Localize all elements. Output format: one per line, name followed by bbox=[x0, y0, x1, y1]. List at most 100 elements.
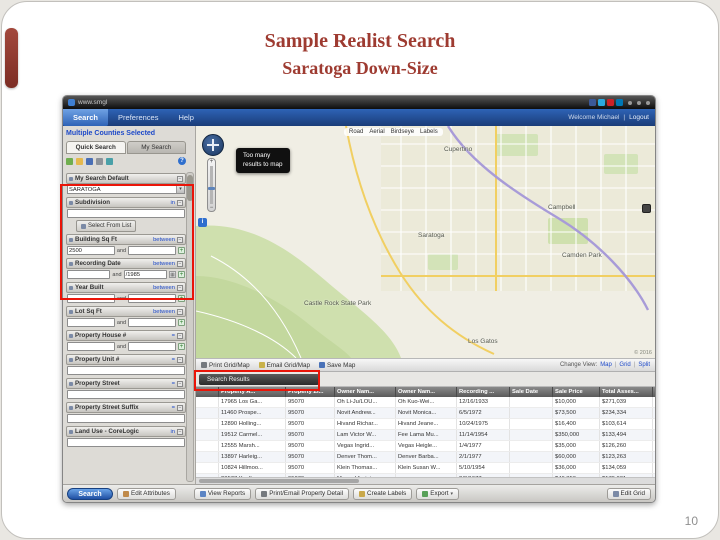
collapse-toggle-icon[interactable]: − bbox=[177, 175, 183, 182]
table-row[interactable]: 17965 Los Ga... 95070 Oh Li-Ju/LOU... Oh Ku… bbox=[196, 397, 655, 408]
minimize-icon[interactable] bbox=[628, 100, 632, 105]
add-criteria-icon[interactable]: + bbox=[178, 319, 185, 326]
add-criteria-icon[interactable]: + bbox=[178, 343, 185, 350]
section-header-property-unit[interactable]: Property Unit # = − bbox=[66, 354, 186, 365]
value-input-from[interactable] bbox=[67, 342, 115, 351]
export-button[interactable]: Export ▾ bbox=[416, 487, 459, 500]
value-input[interactable] bbox=[67, 414, 185, 423]
section-icon bbox=[69, 357, 73, 362]
map-view-birdseye[interactable]: Birdseye bbox=[391, 129, 414, 135]
separator: | bbox=[633, 362, 636, 368]
section-header-property-street[interactable]: Property Street = − bbox=[66, 378, 186, 389]
operator-link[interactable]: = bbox=[172, 381, 175, 387]
view-link-grid[interactable]: Grid bbox=[619, 362, 630, 368]
nav-tab-preferences[interactable]: Preferences bbox=[108, 109, 168, 126]
zoom-out-icon[interactable]: − bbox=[210, 205, 214, 211]
map-view-road[interactable]: Road bbox=[349, 129, 363, 135]
value-input-to[interactable] bbox=[128, 342, 176, 351]
history-icon[interactable] bbox=[106, 157, 113, 165]
view-link-map[interactable]: Map bbox=[600, 362, 612, 368]
column-header-owner-nam[interactable]: Owner Nam... bbox=[334, 387, 396, 397]
collapse-toggle-icon[interactable]: − bbox=[177, 428, 183, 435]
operator-link[interactable]: = bbox=[172, 357, 175, 363]
panel-tab-quick-search[interactable]: Quick Search bbox=[66, 141, 126, 154]
facebook-icon[interactable] bbox=[589, 99, 596, 106]
table-row[interactable]: 11460 Prospe... 95070 Novit Andrew... Novit… bbox=[196, 407, 655, 419]
column-header-sale-price[interactable]: Sale Price bbox=[552, 387, 600, 397]
column-header-sale-date[interactable]: Sale Date bbox=[509, 387, 553, 397]
email-grid-map-button[interactable]: Email Grid/Map bbox=[258, 362, 310, 369]
section-header-property-street-suffix[interactable]: Property Street Suffix = − bbox=[66, 402, 186, 413]
logout-link[interactable]: Logout bbox=[629, 114, 649, 121]
print-grid-map-button[interactable]: Print Grid/Map bbox=[201, 362, 250, 369]
close-icon[interactable] bbox=[646, 100, 650, 105]
collapse-toggle-icon[interactable]: − bbox=[177, 356, 183, 363]
column-header-tax-amoun[interactable]: Tax Amoun... bbox=[652, 387, 655, 397]
zoom-in-icon[interactable]: + bbox=[210, 159, 214, 165]
linkedin-icon[interactable] bbox=[616, 99, 623, 106]
map-view-aerial[interactable]: Aerial bbox=[369, 129, 384, 135]
youtube-icon[interactable] bbox=[607, 99, 614, 106]
zoom-slider[interactable]: + − bbox=[207, 158, 216, 212]
edit-grid-button[interactable]: Edit Grid bbox=[606, 487, 651, 500]
table-cell: $350,000 bbox=[552, 429, 600, 441]
operator-link[interactable]: between bbox=[153, 309, 175, 315]
map-tools-icon[interactable] bbox=[642, 204, 651, 213]
zoom-thumb[interactable] bbox=[208, 186, 215, 190]
value-input[interactable] bbox=[67, 366, 185, 375]
table-row[interactable]: 12890 Holling... 95070 Hivand Richar... Hiv… bbox=[196, 418, 655, 430]
column-header-total-asses[interactable]: Total Asses... bbox=[599, 387, 653, 397]
info-icon[interactable]: i bbox=[198, 218, 207, 227]
table-row[interactable]: 10824 Hillmoo... 95070 Klein Thomas... Klei… bbox=[196, 462, 655, 474]
twitter-icon[interactable] bbox=[598, 99, 605, 106]
print-icon[interactable] bbox=[96, 157, 103, 165]
column-header-recording[interactable]: Recording ... bbox=[456, 387, 510, 397]
table-row[interactable]: 19512 Carmel... 95070 Lam Victor W... Fee L… bbox=[196, 429, 655, 441]
collapse-toggle-icon[interactable]: − bbox=[177, 332, 183, 339]
create-labels-button[interactable]: Create Labels bbox=[353, 487, 413, 500]
save-map-button[interactable]: Save Map bbox=[318, 362, 355, 369]
collapse-toggle-icon[interactable]: − bbox=[177, 308, 183, 315]
map-area[interactable]: Cupertino Campbell Saratoga Los Gatos Castle… bbox=[196, 126, 655, 358]
section-header-property-house[interactable]: Property House # = − bbox=[66, 330, 186, 341]
table-cell: Oh Li-Ju/LOU... bbox=[334, 397, 396, 408]
collapse-toggle-icon[interactable]: − bbox=[177, 380, 183, 387]
value-input[interactable] bbox=[67, 390, 185, 399]
maximize-icon[interactable] bbox=[637, 100, 641, 105]
value-input-from[interactable] bbox=[67, 318, 115, 327]
panel-tab-my-search[interactable]: My Search bbox=[126, 141, 186, 154]
view-reports-button[interactable]: View Reports bbox=[193, 487, 252, 500]
operator-link[interactable]: in bbox=[170, 429, 175, 435]
zoom-track[interactable] bbox=[208, 166, 215, 204]
nav-tabs: Search Preferences Help bbox=[63, 109, 204, 126]
open-folder-icon[interactable] bbox=[76, 157, 83, 165]
horizontal-scrollbar[interactable] bbox=[196, 477, 655, 484]
collapse-toggle-icon[interactable]: − bbox=[177, 404, 183, 411]
view-link-split[interactable]: Split bbox=[638, 362, 650, 368]
value-input-to[interactable] bbox=[128, 318, 176, 327]
table-row[interactable]: 13897 Harleig... 95070 Denver Thom... Denve… bbox=[196, 451, 655, 463]
search-button[interactable]: Search bbox=[67, 487, 113, 500]
table-cell: 95070 bbox=[285, 407, 335, 419]
nav-tab-help[interactable]: Help bbox=[168, 109, 203, 126]
print-email-property-detail-button[interactable]: Print/Email Property Detail bbox=[255, 487, 350, 500]
map-view-labels[interactable]: Labels bbox=[420, 129, 438, 135]
table-cell: Lam Victor W... bbox=[334, 429, 396, 441]
edit-attributes-button[interactable]: Edit Attributes bbox=[117, 487, 176, 500]
new-search-icon[interactable] bbox=[66, 157, 73, 165]
panel-icon-row: ? bbox=[66, 157, 186, 165]
section-header-lot-sq-ft[interactable]: Lot Sq Ft between − bbox=[66, 306, 186, 317]
table-cell bbox=[509, 462, 553, 474]
pan-control-icon[interactable] bbox=[202, 134, 224, 156]
help-icon[interactable]: ? bbox=[178, 157, 186, 165]
section-header-my-search-default[interactable]: My Search Default − bbox=[66, 173, 186, 184]
operator-link[interactable]: = bbox=[172, 405, 175, 411]
hscrollbar-thumb[interactable] bbox=[199, 479, 359, 483]
column-header-owner-nam[interactable]: Owner Nam... bbox=[395, 387, 457, 397]
nav-tab-search[interactable]: Search bbox=[63, 109, 109, 126]
section-header-land-use-corelogic[interactable]: Land Use - CoreLogic in − bbox=[66, 426, 186, 437]
operator-link[interactable]: = bbox=[172, 333, 175, 339]
table-row[interactable]: 12555 Marsh... 95070 Vegas Ingrid... Vegas … bbox=[196, 440, 655, 452]
value-input[interactable] bbox=[67, 438, 185, 447]
save-search-icon[interactable] bbox=[86, 157, 93, 165]
